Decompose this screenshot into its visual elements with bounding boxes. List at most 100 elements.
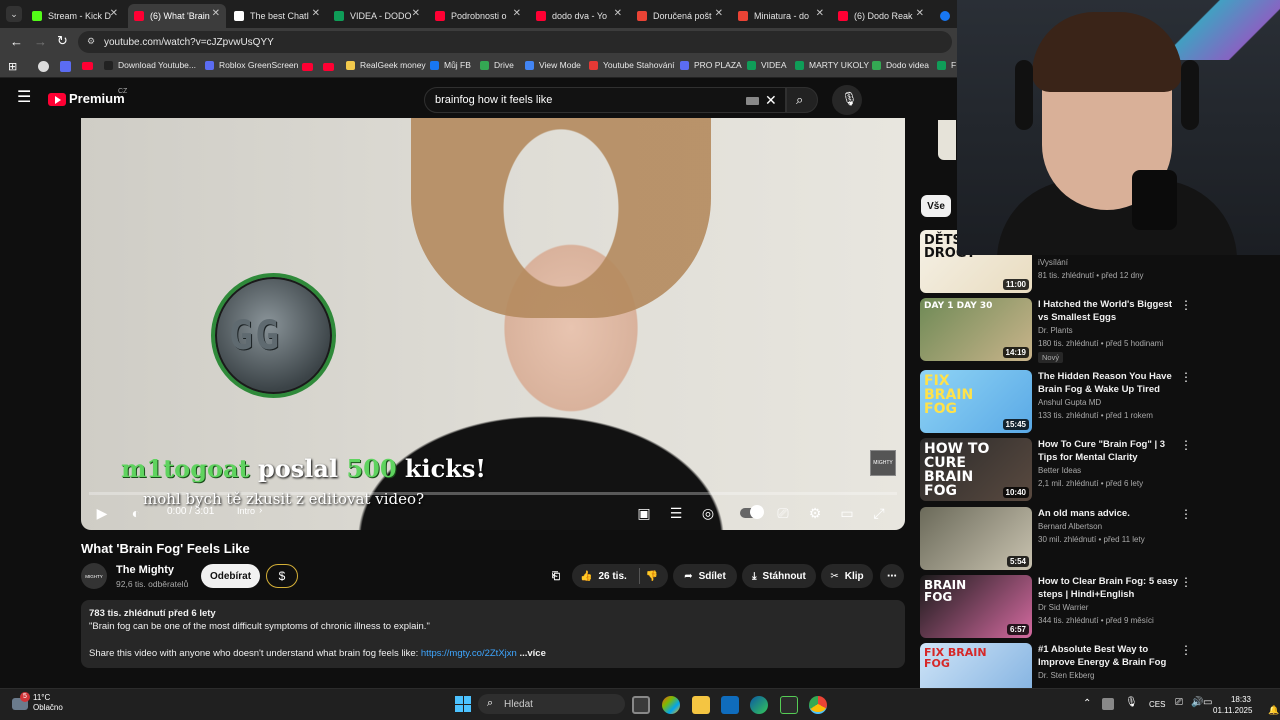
close-tab-icon[interactable]: ✕ [513,8,521,19]
forward-icon[interactable]: → [34,34,47,49]
youtube-bookmark-icon[interactable] [323,63,334,71]
tray-chevron-icon[interactable]: ⌃ [1083,698,1091,709]
recommended-video[interactable]: HOW TO CURE BRAIN FOG 10:40 How To Cure "B… [920,438,1192,502]
taskbar-search[interactable]: ⌕ Hledat [478,694,625,714]
system-clock[interactable]: 18:33 01.11.2025 [1213,694,1252,716]
video-title[interactable]: An old mans advice. [1038,507,1178,520]
video-thumbnail[interactable]: 5:54 [920,507,1032,570]
close-tab-icon[interactable]: ✕ [312,8,320,19]
close-tab-icon[interactable]: ✕ [212,8,220,19]
speaker-icon[interactable]: 🔊 [1191,697,1203,708]
recommended-video[interactable]: 5:54 An old mans advice. ⋮ Bernard Albertso… [920,507,1192,571]
task-view-icon[interactable] [632,696,650,714]
settings-gear-icon[interactable]: ⚙ [806,504,824,522]
youtube-bookmark-icon[interactable] [302,63,313,71]
copilot-icon[interactable] [662,696,680,714]
chrome-icon[interactable] [809,696,827,714]
close-tab-icon[interactable]: ✕ [412,8,420,19]
browser-tab[interactable]: Doručená pošt ✕ [631,4,729,28]
channel-name[interactable]: Dr. Sten Ekberg [1038,671,1094,680]
subtitles-icon[interactable]: ⎚ [774,504,792,522]
channel-name[interactable]: iVysílání [1038,258,1068,267]
browser-tab[interactable]: Podrobnosti o ✕ [429,4,527,28]
share-button[interactable]: ➦ Sdílet [673,564,737,588]
windows-start-icon[interactable] [455,696,471,712]
clip-button[interactable]: ✂ Klip [821,564,873,588]
channel-name[interactable]: Dr Sid Warrier [1038,603,1088,612]
chip-all[interactable]: Vše [921,195,951,217]
close-tab-icon[interactable]: ✕ [816,8,824,19]
bookmark-item[interactable]: Můj FB [430,60,471,70]
apps-icon[interactable]: ⊞ [8,60,17,73]
more-vertical-icon[interactable]: ⋮ [1180,370,1192,384]
bookmark-item[interactable]: MARTY UKOLY [795,60,869,70]
video-title[interactable]: I Hatched the World's Biggest vs Smalles… [1038,298,1178,324]
browser-tab[interactable]: VIDEA - DODO ✕ [328,4,426,28]
tray-mic-icon[interactable]: 🎙 [1125,697,1138,708]
terminal-icon[interactable] [780,696,798,714]
volume-icon[interactable]: ◐ [127,504,145,522]
video-thumbnail[interactable]: HOW TO CURE BRAIN FOG 10:40 [920,438,1032,501]
bookmark-icon[interactable] [60,61,71,72]
globe-icon[interactable] [38,61,49,72]
browser-tab[interactable]: (6) Dodo Reak ✕ [832,4,930,28]
notification-icon[interactable]: 🔔 [1268,705,1279,716]
more-actions-button[interactable]: ⋯ [880,564,904,588]
browser-tab[interactable]: dodo dva - Yo ✕ [530,4,628,28]
description-box[interactable]: 783 tis. zhlédnutí před 6 lety "Brain fo… [81,600,905,668]
thumbs-down-icon[interactable]: 👎 [646,571,658,582]
voice-search-button[interactable]: 🎙 [832,85,862,115]
network-icon[interactable]: ⎚ [1175,697,1183,708]
bookmark-item[interactable]: RealGeek money [346,60,426,70]
video-thumbnail[interactable]: FIX BRAIN FOG 15:45 [920,370,1032,433]
recommended-video[interactable]: FIX BRAIN FOG 15:45 The Hidden Reason You … [920,370,1192,434]
bookmark-item[interactable]: Drive [480,60,514,70]
search-input[interactable]: brainfog how it feels like ✕ [424,87,786,113]
video-title[interactable]: How To Cure "Brain Fog" | 3 Tips for Men… [1038,438,1178,464]
sidebar-ad-thumbnail[interactable] [938,120,956,160]
bookmark-item[interactable]: F [937,60,956,70]
language-indicator[interactable]: CES [1149,700,1165,709]
bookmark-item[interactable]: View Mode [525,60,581,70]
screenshot-icon[interactable]: ◎ [699,504,717,522]
subscribe-button[interactable]: Odebírat [201,564,260,588]
browser-tab[interactable]: Stream - Kick D ✕ [26,4,124,28]
channel-name[interactable]: Better Ideas [1038,466,1081,475]
video-title[interactable]: The Hidden Reason You Have Brain Fog & W… [1038,370,1178,396]
browser-tab[interactable]: The best ChatI ✕ [228,4,326,28]
recommended-video[interactable]: BRAIN FOG 6:57 How to Clear Brain Fog: 5 e… [920,575,1192,639]
channel-name[interactable]: Anshul Gupta MD [1038,398,1101,407]
back-icon[interactable]: ← [10,34,23,49]
close-tab-icon[interactable]: ✕ [715,8,723,19]
play-icon[interactable]: ▶ [93,504,111,522]
address-bar[interactable]: ⚙ youtube.com/watch?v=cJZpvwUsQYY [78,31,952,53]
battery-icon[interactable]: ▭ [1203,697,1212,708]
youtube-icon[interactable] [82,62,93,70]
tray-app-icon[interactable] [1102,698,1114,710]
close-tab-icon[interactable]: ✕ [614,8,622,19]
video-title[interactable]: How to Clear Brain Fog: 5 easy steps | H… [1038,575,1178,601]
download-button[interactable]: ⤓ Stáhnout [742,564,816,588]
miniplayer-image-icon[interactable]: ▣ [635,504,653,522]
channel-name[interactable]: Dr. Plants [1038,326,1073,335]
file-explorer-icon[interactable] [692,696,710,714]
site-info-icon[interactable]: ⚙ [87,36,95,47]
browser-tab-facebook[interactable] [934,4,956,28]
menu-icon[interactable]: ☰ [17,90,31,106]
bookmark-item[interactable]: Dodo videa [872,60,929,70]
transcript-icon[interactable]: ☰ [667,504,685,522]
channel-name[interactable]: The Mighty [116,564,174,576]
bookmark-item[interactable]: Youtube Stahování [589,60,675,70]
search-button[interactable]: ⌕ [786,87,818,113]
chapter-label[interactable]: Intro [237,506,255,516]
bookmark-item[interactable]: Roblox GreenScreen [205,60,298,70]
like-button[interactable]: 👍 26 tis. [580,571,627,582]
reload-icon[interactable]: ↻ [57,33,68,49]
save-button[interactable]: ⎗ [545,564,567,588]
more-vertical-icon[interactable]: ⋮ [1180,507,1192,521]
video-player[interactable]: GG m1togoat poslal 500 kicks! mohl bych … [81,118,905,530]
thanks-button[interactable]: $ [266,564,298,588]
bookmark-item[interactable]: PRO PLAZA [680,60,742,70]
logo-text[interactable]: Premium [69,91,125,106]
fullscreen-icon[interactable]: ⤢ [870,504,888,522]
